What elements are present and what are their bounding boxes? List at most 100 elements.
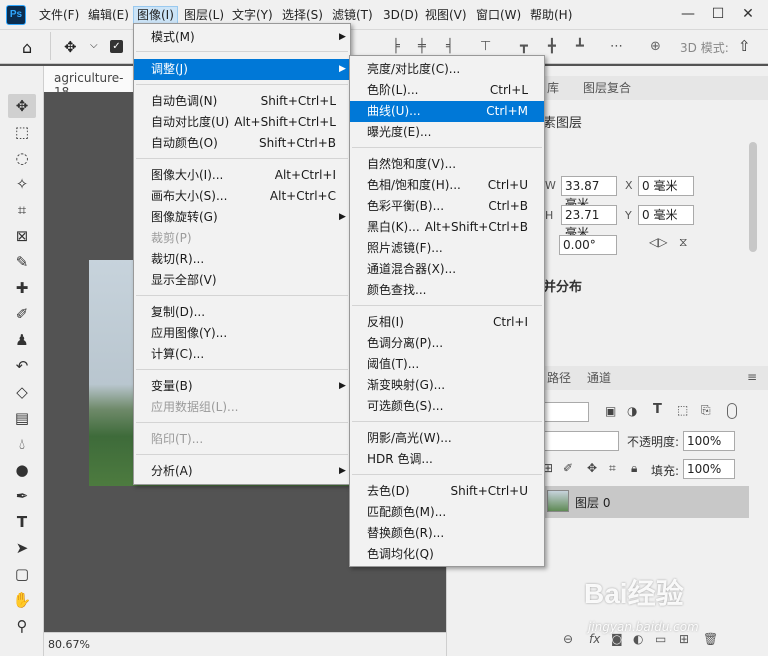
menu-layer[interactable]: 图层(L) bbox=[181, 6, 227, 24]
menu-item-image-rotation[interactable]: 图像旋转(G) ▶ bbox=[134, 207, 350, 228]
menu-item-posterize[interactable]: 色调分离(P)... bbox=[350, 333, 544, 354]
menu-item-desaturate[interactable]: 去色(D) Shift+Ctrl+U bbox=[350, 481, 544, 502]
menu-help[interactable]: 帮助(H) bbox=[527, 6, 575, 24]
crop-tool-icon[interactable]: ⌗ bbox=[8, 198, 36, 222]
type-tool-icon[interactable]: T bbox=[8, 510, 36, 534]
menu-item-image-size[interactable]: 图像大小(I)... Alt+Ctrl+I bbox=[134, 165, 350, 186]
properties-scrollbar[interactable] bbox=[749, 142, 757, 252]
blur-tool-icon[interactable]: 💧︎ bbox=[8, 432, 36, 456]
filter-smart-icon[interactable]: ⎘ bbox=[701, 403, 711, 418]
menu-item-equalize[interactable]: 色调均化(Q) bbox=[350, 544, 544, 565]
filter-type-icon[interactable]: T bbox=[653, 402, 662, 417]
clone-stamp-icon[interactable]: ♟ bbox=[8, 328, 36, 352]
menu-item-variables[interactable]: 变量(B) ▶ bbox=[134, 376, 350, 397]
maximize-button[interactable]: ☐ bbox=[704, 2, 732, 26]
tab-channels[interactable]: 通道 bbox=[587, 366, 611, 390]
tab-layer-comps[interactable]: 图层复合 bbox=[583, 76, 631, 100]
menu-item-duplicate[interactable]: 复制(D)... bbox=[134, 302, 350, 323]
filter-shape-icon[interactable]: ⬚ bbox=[677, 403, 688, 417]
align-left-icon[interactable]: ╞ bbox=[392, 39, 400, 54]
menu-item-trim[interactable]: 裁切(R)... bbox=[134, 249, 350, 270]
align-middle-icon[interactable]: ╋ bbox=[548, 39, 556, 54]
menu-item-hdr-toning[interactable]: HDR 色调... bbox=[350, 449, 544, 470]
path-selection-icon[interactable]: ➤ bbox=[8, 536, 36, 560]
menu-item-threshold[interactable]: 阈值(T)... bbox=[350, 354, 544, 375]
layer-name[interactable]: 图层 0 bbox=[575, 494, 610, 511]
menu-item-auto-color[interactable]: 自动颜色(O) Shift+Ctrl+B bbox=[134, 133, 350, 154]
healing-brush-icon[interactable]: ✚ bbox=[8, 276, 36, 300]
lasso-tool-icon[interactable]: ◌ bbox=[8, 146, 36, 170]
menu-item-adjustments[interactable]: 调整(J) ▶ bbox=[134, 59, 350, 80]
width-field[interactable]: 33.87 毫米 bbox=[561, 176, 617, 211]
minimize-button[interactable]: — bbox=[674, 2, 702, 26]
menu-item-color-balance[interactable]: 色彩平衡(B)... Ctrl+B bbox=[350, 196, 544, 217]
menu-item-color-lookup[interactable]: 颜色查找... bbox=[350, 280, 544, 301]
panel-menu-icon[interactable]: ≡ bbox=[747, 370, 757, 384]
menu-item-photo-filter[interactable]: 照片滤镜(F)... bbox=[350, 238, 544, 259]
home-icon[interactable]: ⌂ bbox=[22, 38, 32, 57]
pen-tool-icon[interactable]: ✒ bbox=[8, 484, 36, 508]
link-layers-icon[interactable]: ⊖ bbox=[563, 632, 573, 646]
menu-item-analysis[interactable]: 分析(A) ▶ bbox=[134, 461, 350, 482]
menu-item-auto-tone[interactable]: 自动色调(N) Shift+Ctrl+L bbox=[134, 91, 350, 112]
marquee-tool-icon[interactable]: ⬚ bbox=[8, 120, 36, 144]
blend-mode-select[interactable] bbox=[541, 431, 619, 451]
menu-filter[interactable]: 滤镜(T) bbox=[329, 6, 376, 24]
tab-paths[interactable]: 路径 bbox=[547, 366, 571, 390]
filter-image-icon[interactable]: ▣ bbox=[605, 404, 616, 418]
menu-file[interactable]: 文件(F) bbox=[36, 6, 82, 24]
menu-item-reveal-all[interactable]: 显示全部(V) bbox=[134, 270, 350, 291]
menu-window[interactable]: 窗口(W) bbox=[473, 6, 524, 24]
move-tool-icon[interactable]: ✥ bbox=[64, 38, 77, 56]
fill-field[interactable]: 100% bbox=[683, 459, 735, 479]
auto-select-checkbox[interactable]: ✓ bbox=[110, 40, 123, 53]
menu-item-calculations[interactable]: 计算(C)... bbox=[134, 344, 350, 365]
menu-item-exposure[interactable]: 曝光度(E)... bbox=[350, 122, 544, 143]
menu-item-channel-mixer[interactable]: 通道混合器(X)... bbox=[350, 259, 544, 280]
menu-item-canvas-size[interactable]: 画布大小(S)... Alt+Ctrl+C bbox=[134, 186, 350, 207]
zoom-tool-icon[interactable]: ⚲ bbox=[8, 614, 36, 638]
history-brush-icon[interactable]: ↶ bbox=[8, 354, 36, 378]
menu-type[interactable]: 文字(Y) bbox=[229, 6, 276, 24]
align-bottom-icon[interactable]: ┻ bbox=[576, 39, 584, 54]
tab-libraries[interactable]: 库 bbox=[547, 76, 559, 100]
filter-adjust-icon[interactable]: ◑ bbox=[627, 404, 637, 418]
lock-all-icon[interactable]: 🔒︎ bbox=[631, 461, 637, 476]
menu-item-curves[interactable]: 曲线(U)... Ctrl+M bbox=[350, 101, 544, 122]
menu-item-selective-color[interactable]: 可选颜色(S)... bbox=[350, 396, 544, 417]
align-right-icon[interactable]: ╡ bbox=[446, 39, 454, 54]
opacity-field[interactable]: 100% bbox=[683, 431, 735, 451]
menu-item-invert[interactable]: 反相(I) Ctrl+I bbox=[350, 312, 544, 333]
align-center-icon[interactable]: ╪ bbox=[418, 39, 426, 54]
zoom-level[interactable]: 80.67% bbox=[48, 638, 90, 651]
menu-item-shadows-highlights[interactable]: 阴影/高光(W)... bbox=[350, 428, 544, 449]
dodge-tool-icon[interactable]: ● bbox=[8, 458, 36, 482]
menu-item-levels[interactable]: 色阶(L)... Ctrl+L bbox=[350, 80, 544, 101]
filter-toggle[interactable] bbox=[727, 403, 737, 419]
hand-tool-icon[interactable]: ✋ bbox=[8, 588, 36, 612]
flip-vertical-icon[interactable]: ⧖ bbox=[679, 235, 687, 250]
3d-orbit-icon[interactable]: ⊕ bbox=[650, 39, 661, 54]
menu-item-black-white[interactable]: 黑白(K)... Alt+Shift+Ctrl+B bbox=[350, 217, 544, 238]
magic-wand-icon[interactable]: ✧ bbox=[8, 172, 36, 196]
menu-item-vibrance[interactable]: 自然饱和度(V)... bbox=[350, 154, 544, 175]
move-tool-icon[interactable]: ✥ bbox=[8, 94, 36, 118]
menu-item-apply-image[interactable]: 应用图像(Y)... bbox=[134, 323, 350, 344]
layer-filter-select[interactable] bbox=[541, 402, 589, 422]
menu-edit[interactable]: 编辑(E) bbox=[85, 6, 132, 24]
eyedropper-icon[interactable]: ✎ bbox=[8, 250, 36, 274]
document-tab[interactable]: agriculture-18 bbox=[44, 66, 144, 99]
menu-image[interactable]: 图像(I) bbox=[133, 6, 178, 24]
gradient-tool-icon[interactable]: ▤ bbox=[8, 406, 36, 430]
layer-row[interactable]: 图层 0 bbox=[541, 486, 749, 518]
angle-field[interactable]: 0.00° bbox=[559, 235, 617, 255]
menu-view[interactable]: 视图(V) bbox=[422, 6, 470, 24]
menu-item-auto-contrast[interactable]: 自动对比度(U) Alt+Shift+Ctrl+L bbox=[134, 112, 350, 133]
rectangle-tool-icon[interactable]: ▢ bbox=[8, 562, 36, 586]
menu-item-mode[interactable]: 模式(M) ▶ bbox=[134, 27, 350, 48]
menu-item-hue-saturation[interactable]: 色相/饱和度(H)... Ctrl+U bbox=[350, 175, 544, 196]
align-top-icon[interactable]: ⊤ bbox=[480, 39, 491, 54]
y-field[interactable]: 0 毫米 bbox=[638, 205, 694, 225]
chevron-down-icon[interactable]: ⌵ bbox=[90, 40, 98, 51]
frame-tool-icon[interactable]: ⊠ bbox=[8, 224, 36, 248]
